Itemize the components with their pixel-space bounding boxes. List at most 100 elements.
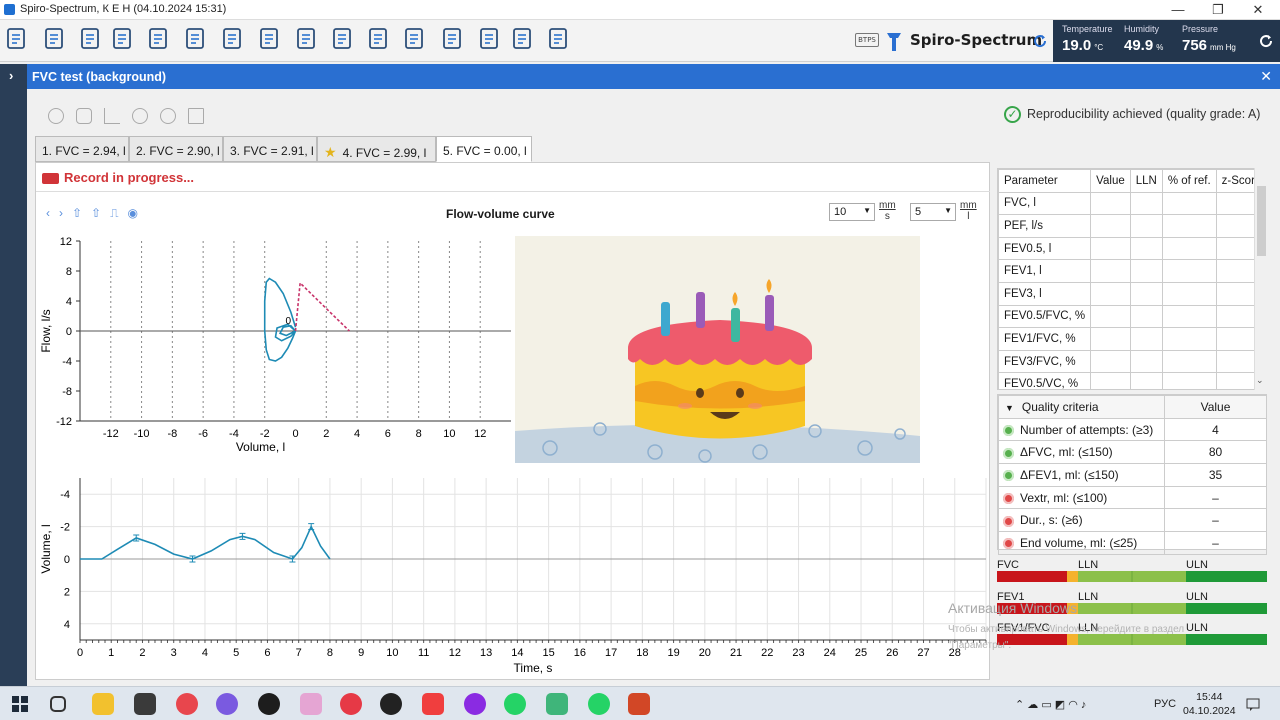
- pass-status-icon: [1003, 424, 1014, 436]
- sync-icon[interactable]: [1258, 33, 1274, 49]
- head-test-icon[interactable]: [220, 26, 246, 52]
- lungs-icon[interactable]: [146, 26, 172, 52]
- tab-attempt-2[interactable]: 2. FVC = 2.90, l: [129, 136, 223, 162]
- x-tick-label: 12: [474, 428, 486, 440]
- activation-watermark-detail: Чтобы активировать Windows, перейдите в …: [948, 624, 1185, 651]
- x-tick-label: -10: [134, 428, 150, 440]
- yandex-icon[interactable]: [422, 693, 444, 715]
- param-cell: [1129, 214, 1163, 238]
- minimize-button[interactable]: —: [1158, 1, 1198, 19]
- language-indicator[interactable]: РУС: [1154, 698, 1176, 710]
- param-row: FEV3, l: [998, 281, 1266, 306]
- whatsapp-icon[interactable]: [504, 693, 526, 715]
- lln-label: LLN: [1078, 591, 1099, 603]
- task-view-icon[interactable]: [50, 696, 66, 712]
- record-icon[interactable]: [48, 108, 64, 124]
- windows-start-icon[interactable]: [12, 696, 28, 712]
- y-tick-label: -4: [62, 356, 72, 368]
- param-name: FEV1/FVC, %: [998, 327, 1092, 351]
- param-cell: [1161, 372, 1217, 389]
- purple-app-icon[interactable]: [464, 693, 486, 715]
- powerpoint-icon[interactable]: [628, 693, 650, 715]
- patient-card-icon[interactable]: [4, 26, 30, 52]
- environment-panel: Temperature 19.0 °C Humidity 49.9% Pressu…: [1053, 20, 1280, 62]
- x-tick-label: 11: [418, 647, 429, 659]
- report-icon[interactable]: [330, 26, 356, 52]
- close-panel-button[interactable]: ✕: [1260, 68, 1272, 85]
- tray-icons[interactable]: ⌃ ☁ ▭ ◩ ◠ ♪: [1015, 698, 1086, 711]
- calendar-app-icon[interactable]: [134, 693, 156, 715]
- x-tick-label: 15: [542, 647, 554, 659]
- fail-status-icon: [1003, 492, 1014, 504]
- notification-icon[interactable]: [1246, 698, 1260, 711]
- temperature-readout: Temperature 19.0 °C: [1062, 24, 1113, 54]
- param-row: FEV1, l: [998, 259, 1266, 283]
- scroll-down-arrow-icon[interactable]: ⌄: [1256, 375, 1264, 386]
- btps-badge[interactable]: BTPS: [855, 33, 879, 47]
- clock[interactable]: 15:44 04.10.2024: [1183, 690, 1236, 718]
- chart-nav-icons[interactable]: ‹›⇧⇧⎍◉: [46, 206, 147, 221]
- document-icon[interactable]: [366, 26, 392, 52]
- y-tick-label: 8: [66, 266, 72, 278]
- param-name: PEF, l/s: [998, 214, 1092, 238]
- y-tick-label: 4: [66, 296, 72, 308]
- quality-label: End volume, ml: (≤25): [1020, 535, 1138, 550]
- delete-icon[interactable]: [160, 108, 176, 124]
- quality-row: ΔFVC, ml: (≤150) 80: [998, 440, 1267, 465]
- export-icon[interactable]: [477, 26, 503, 52]
- chart-icon[interactable]: [104, 108, 120, 124]
- trend-icon[interactable]: [402, 26, 428, 52]
- x-tick-label: 6: [385, 428, 391, 440]
- head-icon[interactable]: [183, 26, 209, 52]
- y-tick-label: -2: [60, 522, 70, 534]
- maximize-button[interactable]: ❐: [1198, 1, 1238, 19]
- x-tick-label: 23: [792, 647, 804, 659]
- refresh-icon[interactable]: [1032, 33, 1048, 49]
- download-icon[interactable]: [440, 26, 466, 52]
- table-icon[interactable]: [188, 108, 204, 124]
- browser-drop-icon[interactable]: [176, 693, 198, 715]
- lungs-filter-icon[interactable]: [257, 26, 283, 52]
- rec-icon: [42, 173, 59, 185]
- tab-attempt-3[interactable]: 3. FVC = 2.91, l: [223, 136, 317, 162]
- media-icon[interactable]: [380, 693, 402, 715]
- stop-icon[interactable]: [76, 108, 92, 124]
- save-icon[interactable]: [110, 26, 136, 52]
- tab-attempt-4[interactable]: ★ 4. FVC = 2.99, l: [317, 136, 436, 162]
- upload-icon[interactable]: [42, 26, 68, 52]
- humidity-readout: Humidity 49.9%: [1124, 24, 1164, 54]
- tab-attempt-5[interactable]: 5. FVC = 0.00, l: [436, 136, 532, 162]
- volume-scale-select[interactable]: 5 ▼: [910, 203, 956, 221]
- param-cell: [1161, 214, 1217, 238]
- probe-icon[interactable]: [78, 26, 104, 52]
- spiro-app-icon[interactable]: [300, 693, 322, 715]
- time-scale-select[interactable]: 10 ▼: [829, 203, 875, 221]
- brand-name: Spiro-Spectrum: [910, 31, 1043, 49]
- time-scale-unit: mm s: [879, 200, 896, 222]
- whatsapp-desktop-icon[interactable]: [588, 693, 610, 715]
- y-tick-label: 4: [64, 619, 70, 631]
- close-window-button[interactable]: ✕: [1238, 1, 1278, 19]
- info-icon[interactable]: [546, 26, 572, 52]
- param-cell: [1090, 214, 1131, 238]
- app-green-icon[interactable]: [258, 693, 280, 715]
- quality-value: 4: [1164, 417, 1267, 442]
- explorer-icon[interactable]: [92, 693, 114, 715]
- yandex-browser-icon[interactable]: [340, 693, 362, 715]
- expand-sidebar-button[interactable]: ›: [9, 68, 13, 83]
- quality-value: 35: [1164, 463, 1267, 487]
- param-row: FEV0.5, l: [998, 236, 1266, 261]
- param-name: FEV0.5/FVC, %: [998, 304, 1092, 329]
- parameter-scrollbar[interactable]: [1254, 168, 1267, 390]
- param-cell: [1161, 236, 1217, 261]
- param-cell: [1161, 349, 1217, 374]
- settings-icon[interactable]: [510, 26, 536, 52]
- collapse-arrow-icon[interactable]: ▼: [1005, 403, 1014, 413]
- param-cell: [1090, 349, 1131, 374]
- tab-attempt-1[interactable]: 1. FVC = 2.94, l: [35, 136, 129, 162]
- param-name: FEV0.5, l: [998, 236, 1092, 261]
- star-outline-icon[interactable]: [132, 108, 148, 124]
- fan-icon[interactable]: [294, 26, 320, 52]
- green-app-icon[interactable]: [546, 693, 568, 715]
- viber-icon[interactable]: [216, 693, 238, 715]
